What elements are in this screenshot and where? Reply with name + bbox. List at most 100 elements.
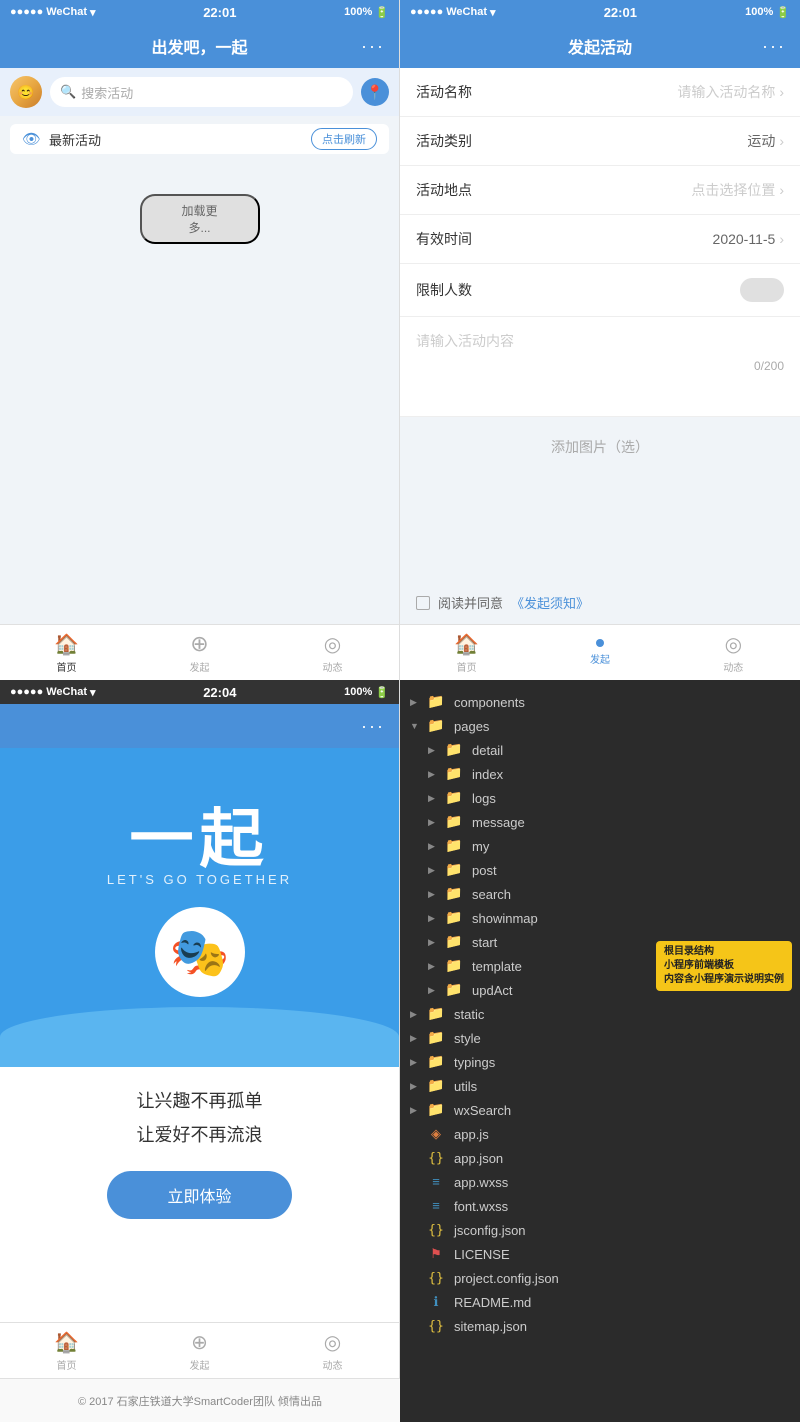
- tree-item[interactable]: ▶📁my: [400, 834, 800, 858]
- tree-item-label: jsconfig.json: [454, 1223, 526, 1238]
- tree-item[interactable]: ℹREADME.md: [400, 1290, 800, 1314]
- tree-item-label: README.md: [454, 1295, 531, 1310]
- tree-item[interactable]: {} jsconfig.json: [400, 1218, 800, 1242]
- nav-item-feed[interactable]: ◎ 动态: [266, 625, 399, 680]
- phone3-hero: 一起 LET'S GO TOGETHER 🎭 让兴趣不再孤单 让爱好不再流浪 立…: [0, 748, 399, 1322]
- add-image-section[interactable]: 添加图片（选）: [400, 417, 800, 581]
- tree-arrow-icon: ▶: [428, 985, 440, 996]
- tree-file-icon: ≡: [426, 1173, 446, 1191]
- phone3-nav-feed[interactable]: ◎ 动态: [266, 1323, 399, 1378]
- right-nav-start[interactable]: 发起: [533, 625, 666, 680]
- tree-item[interactable]: ▶📁post: [400, 858, 800, 882]
- refresh-button[interactable]: 点击刷新: [311, 128, 377, 150]
- char-count: 0/200: [416, 359, 784, 373]
- tree-file-icon: 📁: [444, 933, 464, 951]
- agree-link[interactable]: 《发起须知》: [511, 593, 589, 612]
- active-dot: [596, 639, 604, 647]
- tree-file-icon: ≡: [426, 1197, 446, 1215]
- right-status-time: 22:01: [604, 5, 637, 20]
- field-label-name: 活动名称: [416, 82, 486, 102]
- hero-chinese: 一起: [130, 788, 270, 880]
- tree-arrow-icon: ▶: [428, 937, 440, 948]
- tree-item-label: logs: [472, 791, 496, 806]
- tree-arrow-icon: ▶: [410, 697, 422, 708]
- field-label-location: 活动地点: [416, 180, 486, 200]
- tree-item[interactable]: ▶📁components: [400, 690, 800, 714]
- tree-item[interactable]: ◈app.js: [400, 1122, 800, 1146]
- tree-item-label: typings: [454, 1055, 495, 1070]
- form-container: 活动名称 请输入活动名称 › 活动类别 运动 › 活动地点 点击选择位置 › 有…: [400, 68, 800, 624]
- tree-arrow-icon: ▶: [410, 1033, 422, 1044]
- nav-item-start[interactable]: ⊕ 发起: [133, 625, 266, 680]
- tree-item[interactable]: {}project.config.json: [400, 1266, 800, 1290]
- tree-file-icon: 📁: [426, 1101, 446, 1119]
- agree-checkbox[interactable]: [416, 596, 430, 610]
- tree-file-icon: 📁: [444, 789, 464, 807]
- form-activity-limit[interactable]: 限制人数: [400, 264, 800, 317]
- arrow-icon-time: ›: [779, 231, 784, 247]
- form-activity-location[interactable]: 活动地点 点击选择位置 ›: [400, 166, 800, 215]
- phone3-nav-start[interactable]: ⊕ 发起: [133, 1323, 266, 1378]
- tree-item[interactable]: ▶📁template根目录结构小程序前端模板内容含小程序演示说明实例: [400, 954, 800, 978]
- tree-item[interactable]: ⚑ LICENSE: [400, 1242, 800, 1266]
- tree-item[interactable]: ▶📁updAct: [400, 978, 800, 1002]
- right-nav-label-start: 发起: [590, 651, 610, 666]
- tree-item[interactable]: ▶📁message: [400, 810, 800, 834]
- right-nav-feed[interactable]: ◎ 动态: [667, 625, 800, 680]
- tree-item[interactable]: ▶📁showinmap: [400, 906, 800, 930]
- hero-english: LET'S GO TOGETHER: [107, 872, 292, 887]
- right-header-dots[interactable]: ···: [762, 36, 786, 57]
- form-activity-type[interactable]: 活动类别 运动 ›: [400, 117, 800, 166]
- field-value-time: 2020-11-5: [486, 231, 775, 247]
- tree-file-icon: 📁: [444, 885, 464, 903]
- form-activity-name[interactable]: 活动名称 请输入活动名称 ›: [400, 68, 800, 117]
- tree-item[interactable]: ▶📁wxSearch: [400, 1098, 800, 1122]
- tree-item-label: post: [472, 863, 497, 878]
- experience-button[interactable]: 立即体验: [107, 1171, 291, 1219]
- search-input-wrap[interactable]: 🔍 搜索活动: [50, 77, 353, 107]
- left-status-bar: ●●●●● WeChat ▾ 22:01 100% 🔋: [0, 0, 399, 24]
- tree-file-icon: 📁: [444, 837, 464, 855]
- tree-item[interactable]: {}app.json: [400, 1146, 800, 1170]
- tree-item-label: updAct: [472, 983, 512, 998]
- tree-arrow-icon: ▶: [428, 865, 440, 876]
- tree-file-icon: {}: [426, 1149, 446, 1167]
- tree-item[interactable]: {}sitemap.json: [400, 1314, 800, 1338]
- tree-item[interactable]: ▶📁index: [400, 762, 800, 786]
- load-more-button[interactable]: 加载更多...: [140, 194, 260, 244]
- tree-item[interactable]: ▶📁utils: [400, 1074, 800, 1098]
- tree-item[interactable]: ▶📁static: [400, 1002, 800, 1026]
- tree-file-icon: ⚑: [426, 1245, 446, 1263]
- tree-arrow-icon: ▼: [410, 721, 422, 731]
- tree-item[interactable]: ▶📁typings: [400, 1050, 800, 1074]
- tree-item[interactable]: ▶📁logs: [400, 786, 800, 810]
- left-header-dots[interactable]: ···: [361, 36, 385, 57]
- right-nav-home[interactable]: 🏠 首页: [400, 625, 533, 680]
- tree-item[interactable]: ≡font.wxss: [400, 1194, 800, 1218]
- tree-item[interactable]: ≡ app.wxss: [400, 1170, 800, 1194]
- tree-item-label: app.wxss: [454, 1175, 508, 1190]
- content-textarea-group[interactable]: 请输入活动内容 0/200: [400, 317, 800, 417]
- limit-toggle[interactable]: [740, 278, 784, 302]
- tree-item-label: search: [472, 887, 511, 902]
- location-icon[interactable]: 📍: [361, 78, 389, 106]
- tree-item[interactable]: ▶📁detail: [400, 738, 800, 762]
- tree-item-label: showinmap: [472, 911, 538, 926]
- tree-item-label: LICENSE: [454, 1247, 510, 1262]
- phone3-status-bar: ●●●●● WeChat ▾ 22:04 100% 🔋: [0, 680, 399, 704]
- nav-item-home[interactable]: 🏠 首页: [0, 625, 133, 680]
- phone3-start-icon: ⊕: [191, 1330, 208, 1355]
- tree-file-icon: {}: [426, 1221, 446, 1239]
- tree-arrow-icon: ▶: [428, 817, 440, 828]
- form-activity-time[interactable]: 有效时间 2020-11-5 ›: [400, 215, 800, 264]
- right-phone: ●●●●● WeChat ▾ 22:01 100% 🔋 发起活动 ··· 活动名…: [400, 0, 800, 680]
- right-header-title: 发起活动: [568, 34, 632, 58]
- tree-item-label: my: [472, 839, 489, 854]
- field-label-type: 活动类别: [416, 131, 486, 151]
- tree-item[interactable]: ▼📁pages: [400, 714, 800, 738]
- phone3-header-dots[interactable]: ···: [361, 716, 385, 737]
- field-label-limit: 限制人数: [416, 280, 486, 300]
- tree-item[interactable]: ▶📁search: [400, 882, 800, 906]
- phone3-nav-home[interactable]: 🏠 首页: [0, 1323, 133, 1378]
- tree-item[interactable]: ▶📁style: [400, 1026, 800, 1050]
